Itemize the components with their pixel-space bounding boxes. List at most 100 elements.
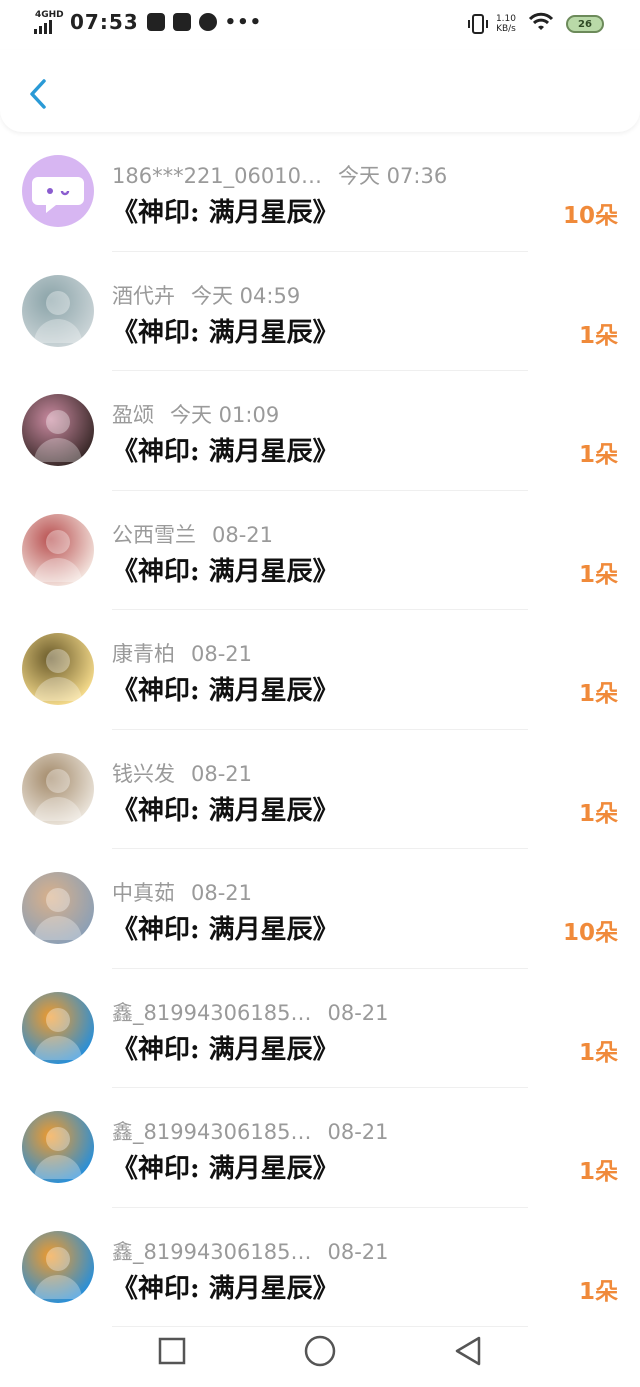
book-title: 《神印: 满月星辰》 xyxy=(112,676,339,706)
user-photo-icon xyxy=(34,1007,82,1060)
list-item[interactable]: 康青柏 08-21 《神印: 满月星辰》 1朵 xyxy=(0,610,640,730)
list-item[interactable]: 盈颂 今天 01:09 《神印: 满月星辰》 1朵 xyxy=(0,371,640,491)
status-bar: 4GHD 07:53 ••• 1.10 KB/s 26 xyxy=(0,0,640,50)
list-item[interactable]: 186***221_06010… 今天 07:36 《神印: 满月星辰》 10朵 xyxy=(0,132,640,252)
item-meta: 公西雪兰 08-21 xyxy=(112,519,273,549)
user-name: 钱兴发 xyxy=(112,761,175,786)
timestamp: 08-21 xyxy=(191,642,253,666)
user-name: 酒代卉 xyxy=(112,283,175,308)
avatar xyxy=(22,274,94,347)
list-item[interactable]: 中真茹 08-21 《神印: 满月星辰》 10朵 xyxy=(0,849,640,969)
user-name: 186***221_06010… xyxy=(112,164,322,188)
list-item[interactable]: 钱兴发 08-21 《神印: 满月星辰》 1朵 xyxy=(0,730,640,849)
avatar xyxy=(22,1230,94,1303)
back-arrow-icon xyxy=(30,79,46,109)
flower-count: 1朵 xyxy=(578,800,618,827)
book-title: 《神印: 满月星辰》 xyxy=(112,795,339,826)
item-meta: 鑫_81994306185… 08-21 xyxy=(112,997,389,1027)
flower-count: 1朵 xyxy=(578,322,618,349)
avatar xyxy=(22,872,94,944)
user-photo-icon xyxy=(34,1127,82,1179)
user-name: 中真茹 xyxy=(112,881,175,905)
book-title: 《神印: 满月星辰》 xyxy=(112,317,339,348)
timestamp: 08-21 xyxy=(191,761,253,786)
timestamp: 08-21 xyxy=(327,1000,389,1025)
signal-icon: 4GHD xyxy=(34,10,64,34)
net-speed-value: 1.10 xyxy=(495,14,516,24)
back-nav-button[interactable] xyxy=(448,1331,488,1371)
circle-icon xyxy=(304,1335,336,1367)
book-title: 《神印: 满月星辰》 xyxy=(112,1154,339,1184)
user-photo-icon xyxy=(34,290,82,343)
flower-count: 1朵 xyxy=(578,561,618,588)
triangle-back-icon xyxy=(455,1336,481,1366)
message-icon xyxy=(172,13,191,31)
timestamp: 08-21 xyxy=(212,522,274,547)
timestamp: 08-21 xyxy=(191,881,253,905)
recents-button[interactable] xyxy=(152,1331,192,1371)
book-title: 《神印: 满月星辰》 xyxy=(112,556,339,587)
timestamp: 今天 04:59 xyxy=(191,283,301,308)
timestamp: 08-21 xyxy=(327,1120,389,1144)
user-photo-icon xyxy=(34,529,82,582)
user-photo-icon xyxy=(34,410,82,462)
user-photo-icon xyxy=(34,649,82,701)
network-label: 4GHD xyxy=(35,10,64,20)
user-name: 康青柏 xyxy=(112,642,175,666)
flower-count: 1朵 xyxy=(578,442,618,468)
more-icon: ••• xyxy=(224,11,263,33)
user-photo-icon xyxy=(34,768,82,821)
list-item[interactable]: 酒代卉 今天 04:59 《神印: 满月星辰》 1朵 xyxy=(0,252,640,371)
sim-icon xyxy=(146,13,165,31)
vibrate-icon xyxy=(467,14,488,34)
status-right: 1.10 KB/s 26 xyxy=(467,12,604,36)
avatar xyxy=(22,991,94,1064)
net-speed: 1.10 KB/s xyxy=(496,14,516,34)
list-item[interactable]: 鑫_81994306185… 08-21 《神印: 满月星辰》 1朵 xyxy=(0,969,640,1088)
book-title: 《神印: 满月星辰》 xyxy=(112,198,339,228)
user-name: 鑫_81994306185… xyxy=(112,1239,312,1264)
net-speed-unit: KB/s xyxy=(496,24,516,34)
flower-count: 10朵 xyxy=(562,920,618,946)
item-meta: 186***221_06010… 今天 07:36 xyxy=(112,160,447,190)
avatar xyxy=(22,633,94,705)
book-title: 《神印: 满月星辰》 xyxy=(112,437,339,467)
wifi-icon xyxy=(528,12,554,36)
item-meta: 盈颂 今天 01:09 xyxy=(112,399,279,429)
user-name: 公西雪兰 xyxy=(112,522,196,547)
nav-bar xyxy=(0,50,640,132)
timestamp: 今天 01:09 xyxy=(170,403,280,427)
status-left: 4GHD 07:53 ••• xyxy=(34,10,262,34)
flower-count: 1朵 xyxy=(578,681,618,707)
user-photo-icon xyxy=(34,888,82,940)
chat-bubble-avatar xyxy=(22,155,94,227)
battery-icon: 26 xyxy=(566,15,604,33)
list-item[interactable]: 鑫_81994306185… 08-21 《神印: 满月星辰》 1朵 xyxy=(0,1088,640,1208)
item-meta: 酒代卉 今天 04:59 xyxy=(112,280,300,310)
back-button[interactable] xyxy=(18,72,58,116)
timestamp: 08-21 xyxy=(327,1239,389,1264)
flower-count: 1朵 xyxy=(578,1039,618,1066)
avatar xyxy=(22,1111,94,1183)
list-item[interactable]: 公西雪兰 08-21 《神印: 满月星辰》 1朵 xyxy=(0,491,640,610)
home-button[interactable] xyxy=(300,1331,340,1371)
play-icon xyxy=(198,13,217,31)
user-photo-icon xyxy=(34,1246,82,1299)
item-meta: 鑫_81994306185… 08-21 xyxy=(112,1116,389,1146)
square-icon xyxy=(158,1337,186,1365)
flower-count: 1朵 xyxy=(578,1159,618,1185)
avatar xyxy=(22,513,94,586)
user-name: 鑫_81994306185… xyxy=(112,1120,312,1144)
list-item[interactable]: 鑫_81994306185… 08-21 《神印: 满月星辰》 1朵 xyxy=(0,1208,640,1327)
flower-count: 1朵 xyxy=(578,1278,618,1305)
user-name: 鑫_81994306185… xyxy=(112,1000,312,1025)
timestamp: 今天 07:36 xyxy=(337,164,448,188)
book-title: 《神印: 满月星辰》 xyxy=(112,1034,339,1065)
system-nav-bar xyxy=(0,1315,640,1387)
book-title: 《神印: 满月星辰》 xyxy=(112,915,339,945)
chat-bubble-icon xyxy=(32,177,84,213)
item-meta: 中真茹 08-21 xyxy=(112,877,252,907)
flower-count: 10朵 xyxy=(562,203,618,229)
status-time: 07:53 xyxy=(70,10,139,34)
item-meta: 钱兴发 08-21 xyxy=(112,758,252,788)
